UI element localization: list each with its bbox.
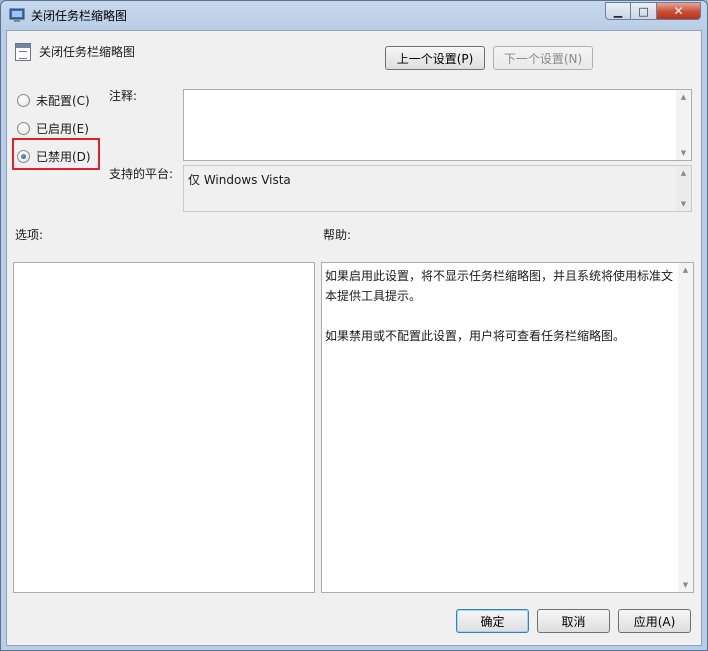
scroll-up-icon[interactable]: ▲ [681, 93, 686, 101]
setting-icon [15, 43, 31, 61]
comment-label: 注释: [109, 89, 138, 103]
radio-not-configured-circle[interactable] [17, 94, 30, 107]
minimize-icon: ▁ [613, 4, 623, 18]
minimize-button[interactable]: ▁ [605, 2, 631, 20]
help-pane[interactable]: 如果启用此设置，将不显示任务栏缩略图，并且系统将使用标准文本提供工具提示。 如果… [321, 262, 694, 593]
title-bar[interactable]: 关闭任务栏缩略图 ▁ □ ✕ [1, 1, 707, 29]
ok-button[interactable]: 确定 [456, 609, 529, 633]
radio-not-configured[interactable]: 未配置(C) [17, 92, 90, 109]
platform-value: 仅 Windows Vista [188, 173, 291, 187]
platform-field: 仅 Windows Vista ▲ ▼ [183, 165, 692, 212]
prev-setting-button[interactable]: 上一个设置(P) [385, 46, 485, 70]
policy-editor-icon [9, 8, 25, 22]
options-pane[interactable] [13, 262, 315, 593]
maximize-icon: □ [638, 4, 649, 18]
options-label: 选项: [15, 228, 44, 242]
radio-enabled[interactable]: 已启用(E) [17, 120, 89, 137]
platform-label: 支持的平台: [109, 167, 174, 181]
scroll-up-icon[interactable]: ▲ [681, 169, 686, 177]
scroll-down-icon[interactable]: ▼ [683, 581, 688, 589]
close-icon: ✕ [673, 4, 684, 18]
apply-button[interactable]: 应用(A) [618, 609, 691, 633]
cancel-button[interactable]: 取消 [537, 609, 610, 633]
maximize-button[interactable]: □ [631, 2, 657, 20]
comment-textarea[interactable]: ▲ ▼ [183, 89, 692, 161]
help-scrollbar[interactable]: ▲ ▼ [678, 263, 693, 592]
close-button[interactable]: ✕ [657, 2, 701, 20]
help-text: 如果启用此设置，将不显示任务栏缩略图，并且系统将使用标准文本提供工具提示。 如果… [325, 269, 674, 343]
help-label: 帮助: [323, 228, 352, 242]
next-setting-button[interactable]: 下一个设置(N) [493, 46, 593, 70]
scroll-down-icon[interactable]: ▼ [681, 200, 686, 208]
dialog-client-area: 关闭任务栏缩略图 上一个设置(P) 下一个设置(N) 未配置(C) 已启用(E)… [6, 30, 702, 646]
dialog-window: 关闭任务栏缩略图 ▁ □ ✕ 关闭任务栏缩略图 上一个设置(P) 下一个设置(N… [0, 0, 708, 651]
scroll-down-icon[interactable]: ▼ [681, 149, 686, 157]
comment-scrollbar[interactable]: ▲ ▼ [676, 90, 691, 160]
setting-title: 关闭任务栏缩略图 [39, 45, 136, 59]
radio-enabled-circle[interactable] [17, 122, 30, 135]
window-controls: ▁ □ ✕ [605, 2, 701, 20]
window-title: 关闭任务栏缩略图 [31, 9, 128, 23]
scroll-up-icon[interactable]: ▲ [683, 266, 688, 274]
highlight-box [12, 138, 100, 170]
radio-not-configured-label: 未配置(C) [36, 94, 90, 108]
platform-scrollbar[interactable]: ▲ ▼ [676, 166, 691, 211]
radio-enabled-label: 已启用(E) [36, 122, 89, 136]
